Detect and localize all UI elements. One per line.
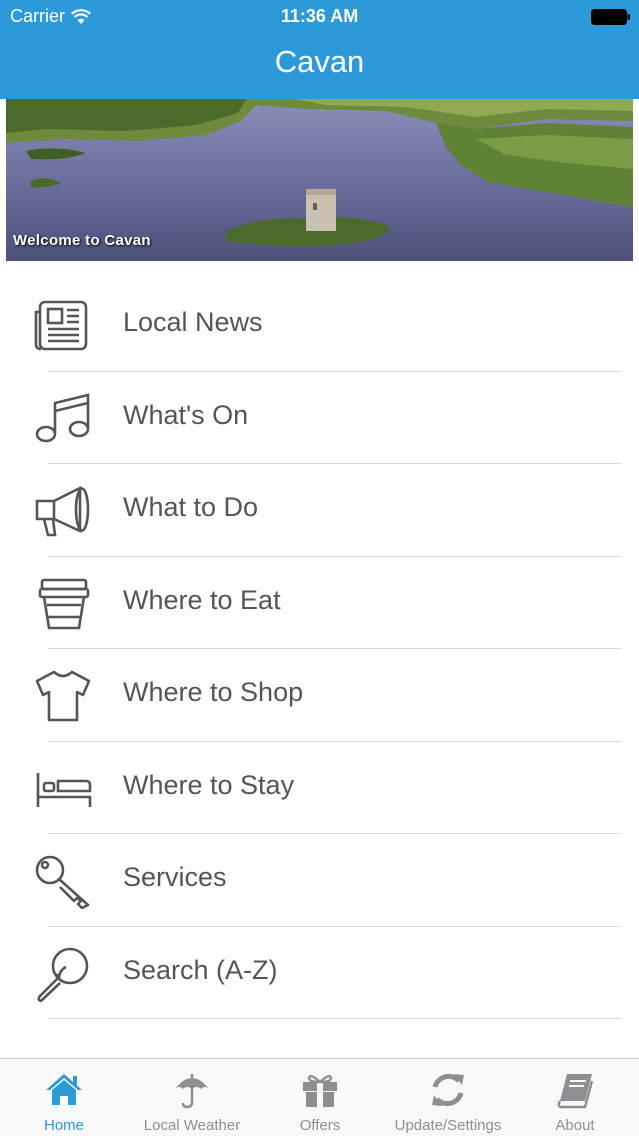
newspaper-icon [34, 300, 88, 351]
page-title: Cavan [274, 44, 365, 79]
menu-item-what-to-do[interactable]: What to Do [0, 464, 639, 557]
menu-item-label: Where to Stay [123, 769, 295, 800]
tab-label: Offers [299, 1117, 341, 1134]
clock: 11:36 AM [280, 6, 359, 26]
tab-update-settings[interactable]: Update/Settings [384, 1059, 512, 1136]
battery-icon [591, 9, 630, 25]
gift-icon [303, 1074, 337, 1107]
menu-item-label: Where to Eat [123, 584, 281, 615]
book-icon [557, 1074, 594, 1109]
tab-label: About [555, 1117, 595, 1134]
tab-local-weather[interactable]: Local Weather [128, 1059, 256, 1136]
menu-item-where-to-stay[interactable]: Where to Stay [0, 742, 639, 834]
home-icon [46, 1074, 82, 1105]
menu-item-search-a-z[interactable]: Search (A-Z) [0, 927, 639, 1019]
tab-about[interactable]: About [511, 1059, 639, 1136]
music-note-icon [35, 392, 90, 442]
magnifier-icon [37, 947, 89, 1002]
status-bar: Carrier 11:36 AM [0, 0, 639, 34]
menu-item-label: Local News [123, 307, 263, 337]
menu-item-whats-on[interactable]: What's On [0, 372, 639, 464]
umbrella-icon [175, 1074, 209, 1109]
bed-icon [36, 772, 92, 807]
main-menu: Local News What's On What to Do Where to [0, 279, 639, 1019]
banner-image: Welcome to Cavan [6, 99, 633, 261]
menu-item-label: What's On [123, 399, 249, 430]
menu-item-label: Services [123, 862, 227, 892]
banner-caption: Welcome to Cavan [13, 232, 151, 249]
coffee-cup-icon [38, 578, 90, 629]
tab-home[interactable]: Home [0, 1059, 128, 1136]
navigation-header: Carrier 11:36 AM Cavan [0, 0, 639, 99]
tab-label: Update/Settings [394, 1117, 502, 1134]
megaphone-icon [35, 485, 90, 537]
menu-item-label: Where to Shop [123, 677, 304, 707]
menu-item-local-news[interactable]: Local News [0, 279, 639, 372]
tab-label: Local Weather [143, 1117, 241, 1134]
menu-item-where-to-eat[interactable]: Where to Eat [0, 557, 639, 649]
menu-item-label: Search (A-Z) [123, 954, 278, 985]
tab-offers[interactable]: Offers [256, 1059, 384, 1136]
refresh-icon [432, 1073, 464, 1107]
divider [48, 1018, 621, 1019]
key-icon [35, 855, 90, 909]
tab-label: Home [43, 1117, 84, 1134]
tshirt-icon [35, 670, 91, 722]
menu-item-services[interactable]: Services [0, 834, 639, 927]
tab-bar: Home Local Weather Offers Update/Setting… [0, 1058, 639, 1136]
menu-item-where-to-shop[interactable]: Where to Shop [0, 649, 639, 742]
menu-item-label: What to Do [123, 492, 259, 522]
